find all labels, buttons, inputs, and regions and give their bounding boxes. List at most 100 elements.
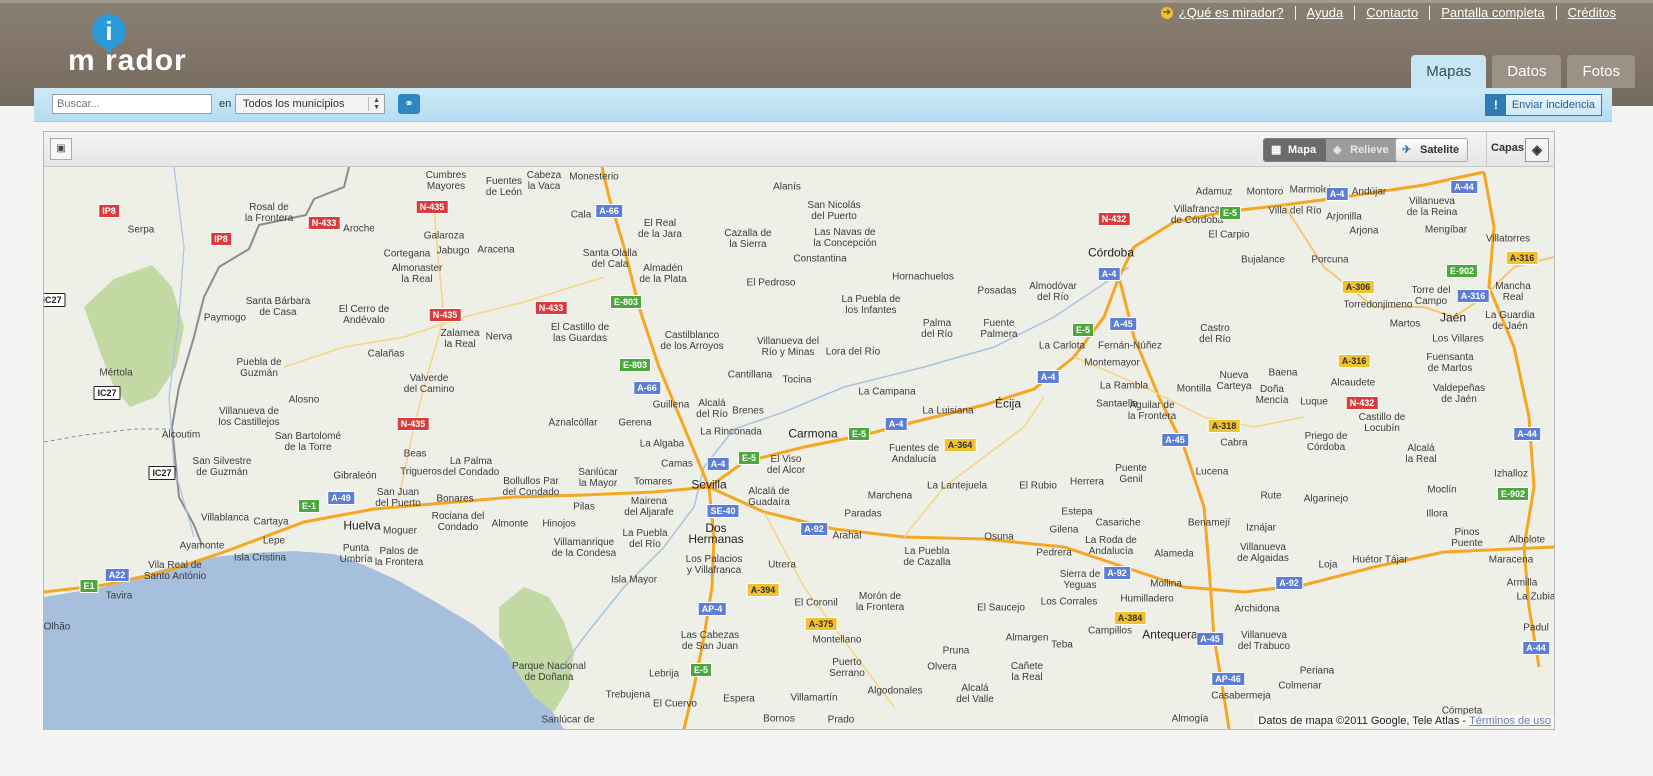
- place-label: Periana: [1299, 665, 1335, 677]
- road-shield: A-316: [1505, 251, 1539, 265]
- en-label: en: [219, 98, 232, 110]
- place-label: Villa del Río: [1268, 205, 1322, 217]
- road-shield: E-803: [609, 295, 643, 309]
- logo-wordmark: m rador: [68, 44, 187, 77]
- place-label: Cartaya: [253, 516, 289, 528]
- tab-datos[interactable]: Datos: [1492, 55, 1562, 88]
- place-label: Pilas: [573, 501, 595, 513]
- place-label: Casabermeja: [1211, 690, 1271, 702]
- place-label: Alosno: [288, 394, 320, 406]
- road-shield: A-364: [943, 438, 977, 452]
- municipio-select[interactable]: Todos los municipios ▲ ▼: [235, 94, 385, 114]
- place-label: Porcuna: [1311, 254, 1349, 266]
- binoculars-search-button[interactable]: ⚭: [398, 94, 420, 114]
- place-label: Paymogo: [203, 312, 247, 324]
- road-shield: A-316: [1337, 354, 1371, 368]
- place-label: Pinos Puente: [1451, 527, 1483, 549]
- place-label: Adamuz: [1195, 186, 1233, 198]
- road-shield: A-4: [1097, 267, 1121, 281]
- place-label: El Real de la Jara: [638, 218, 682, 240]
- fullscreen-map-button[interactable]: ▣: [50, 138, 72, 160]
- map-canvas[interactable]: Serpa Rosal de la Frontera Aroche Cumbres May…: [44, 167, 1554, 729]
- road-shield: N-432: [1345, 396, 1379, 410]
- place-label: Rosal de la Frontera: [244, 202, 294, 224]
- tab-fotos[interactable]: Fotos: [1567, 55, 1635, 88]
- satellite-button[interactable]: ✈ Satelite: [1395, 138, 1469, 162]
- road-shield: N-433: [307, 216, 341, 230]
- place-label: Punta Umbría: [339, 543, 373, 565]
- place-label: Izhalloz: [1494, 468, 1528, 480]
- place-label: Osuna: [984, 531, 1014, 543]
- map-type-relieve-button[interactable]: ◈ Relieve: [1326, 139, 1399, 161]
- place-label: Cumbres Mayores: [425, 170, 467, 192]
- place-label: Almonaster la Real: [391, 263, 443, 285]
- tab-mapas[interactable]: Mapas: [1411, 55, 1487, 88]
- road-shield: A-316: [1456, 289, 1490, 303]
- place-label: Almargen: [1005, 632, 1049, 644]
- place-label: Alcalá del Valle: [956, 683, 994, 705]
- road-shield: N-435: [396, 417, 430, 431]
- road-shield: A-44: [1513, 427, 1541, 441]
- place-label: Loja: [1318, 559, 1338, 571]
- place-label: Utrera: [768, 559, 796, 571]
- search-input[interactable]: [52, 94, 212, 114]
- map-type-mapa-button[interactable]: ▦ Mapa: [1264, 139, 1327, 161]
- relieve-label: Relieve: [1350, 144, 1389, 156]
- road-shield: N-433: [534, 301, 568, 315]
- place-label: Las Cabezas de San Juan: [680, 630, 740, 652]
- place-label: Aracena: [477, 244, 515, 256]
- nav-que-es-mirador[interactable]: ¿Qué es mirador?: [1173, 6, 1295, 20]
- mirador-logo[interactable]: i m rador: [66, 14, 206, 77]
- nav-contacto[interactable]: Contacto: [1354, 6, 1429, 20]
- place-label: Valverde del Camino: [403, 373, 455, 395]
- place-label: Isla Cristina: [233, 552, 287, 564]
- road-shield: A-4: [884, 417, 908, 431]
- place-label: La Rambla: [1099, 380, 1149, 392]
- place-label: Parque Nacional de Doñana: [512, 661, 586, 683]
- place-label: Moclín: [1427, 484, 1457, 496]
- place-label: Alcalá la Real: [1405, 443, 1437, 465]
- road-shield: A-4: [706, 457, 730, 471]
- road-shield: E1: [79, 579, 99, 593]
- place-label: Fuente Palmera: [980, 318, 1018, 340]
- top-nav: ➜ ¿Qué es mirador? Ayuda Contacto Pantal…: [1160, 6, 1627, 20]
- main-tabs: Mapas Datos Fotos: [1405, 55, 1653, 88]
- relief-icon: ◈: [1333, 144, 1342, 156]
- place-label: Iznájar: [1245, 522, 1277, 534]
- place-label: Los Palacios y Villafranca: [685, 554, 743, 576]
- capas-label: Capas: [1491, 142, 1525, 154]
- place-label: Guillena: [652, 399, 690, 411]
- terms-of-use-link[interactable]: Términos de uso: [1469, 715, 1551, 727]
- place-label: Alcoutim: [161, 429, 201, 441]
- road-shield: AP-4: [697, 602, 727, 616]
- layers-button[interactable]: ◈: [1525, 138, 1549, 162]
- place-label: Cala: [570, 209, 592, 221]
- place-label: Olhão: [44, 621, 71, 633]
- place-label: El Cuervo: [653, 698, 697, 710]
- place-label: Constantina: [793, 253, 847, 265]
- nav-pantalla-completa[interactable]: Pantalla completa: [1429, 6, 1555, 20]
- place-label: Palos de la Frontera: [374, 546, 424, 568]
- nav-creditos[interactable]: Créditos: [1555, 6, 1627, 20]
- enviar-incidencia-button[interactable]: ! Enviar incidencia: [1484, 94, 1602, 116]
- place-label: Villablanca: [200, 512, 250, 524]
- place-label: Trigueros: [400, 466, 442, 478]
- place-label: Antequera: [1142, 627, 1198, 642]
- place-label: Pruna: [942, 645, 970, 657]
- place-label: Nueva Carteya: [1216, 370, 1252, 392]
- place-label: Paradas: [844, 508, 882, 520]
- place-label: Lora del Río: [825, 346, 881, 358]
- place-label: El Carpio: [1208, 229, 1250, 241]
- place-label: Puebla de Guzmán: [236, 357, 282, 379]
- place-label: Maracena: [1488, 554, 1534, 566]
- place-label: Cañete la Real: [1010, 661, 1044, 683]
- map-toolbar: ▣ ▦ Mapa ◈ Relieve ✈ Satelite Capas ◈: [44, 132, 1554, 167]
- place-label: Cabeza la Vaca: [526, 170, 562, 192]
- nav-ayuda[interactable]: Ayuda: [1294, 6, 1355, 20]
- municipio-selected-value: Todos los municipios: [243, 98, 345, 110]
- road-shield: A-45: [1161, 433, 1189, 447]
- place-label: Villatorres: [1485, 233, 1531, 245]
- place-label: Jabugo: [436, 245, 470, 257]
- place-label: Carmona: [788, 426, 838, 441]
- place-label: Rociana del Condado: [431, 511, 485, 533]
